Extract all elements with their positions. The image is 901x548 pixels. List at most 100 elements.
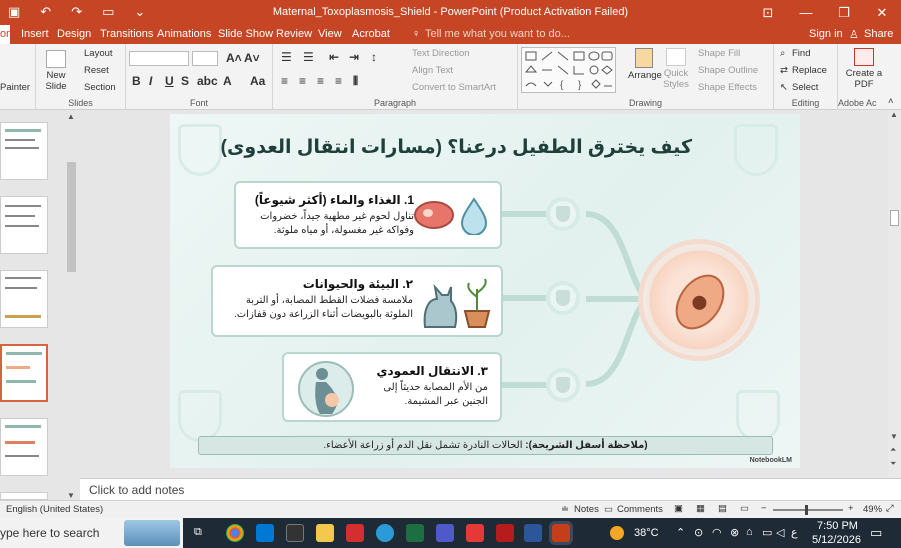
- store-icon[interactable]: [256, 524, 274, 542]
- scroll-down-icon[interactable]: ▼: [890, 432, 898, 441]
- edge-icon[interactable]: [376, 524, 394, 542]
- search-placeholder[interactable]: ype here to search: [0, 526, 99, 540]
- arrange-button[interactable]: Arrange: [628, 48, 662, 81]
- next-slide-icon[interactable]: ⏷: [890, 459, 896, 469]
- volume-icon[interactable]: ◁: [776, 526, 784, 539]
- ribbon-display-icon[interactable]: ⊡: [749, 0, 787, 25]
- network-icon[interactable]: ⌂: [746, 526, 753, 538]
- shape-outline-button[interactable]: Shape Outline: [698, 65, 758, 76]
- justify-icon[interactable]: ≡: [335, 74, 342, 88]
- align-right-icon[interactable]: ≡: [317, 74, 324, 88]
- tab-home[interactable]: Home: [0, 28, 21, 40]
- line-spacing-icon[interactable]: ↕: [371, 50, 377, 64]
- quick-styles-button[interactable]: Quick Styles: [662, 48, 690, 90]
- tell-me-box[interactable]: Tell me what you want to do...: [425, 28, 570, 40]
- comments-toggle[interactable]: Comments: [617, 504, 663, 515]
- tab-view[interactable]: View: [318, 28, 342, 40]
- acrobat-icon[interactable]: [346, 524, 364, 542]
- tray-app-icon[interactable]: ⊙: [694, 526, 703, 539]
- tab-review[interactable]: Review: [276, 28, 312, 40]
- powerpoint-icon[interactable]: [552, 524, 570, 542]
- share-icon[interactable]: ♙: [849, 28, 859, 41]
- route-card-environment-animals[interactable]: ٢. البيئة والحيوانات ملامسة فضلات القطط …: [211, 265, 503, 337]
- route-card-vertical-transmission[interactable]: ٣. الانتقال العمودي من الأم المصابة حديث…: [282, 352, 502, 422]
- tray-app-icon[interactable]: ⊗: [730, 526, 739, 539]
- collapse-ribbon-icon[interactable]: ˄: [888, 96, 894, 107]
- task-view-icon[interactable]: ⧉: [194, 526, 202, 539]
- columns-icon[interactable]: ⫴: [353, 74, 358, 89]
- replace-button[interactable]: Replace: [792, 65, 827, 76]
- notes-pane[interactable]: Click to add notes: [80, 478, 901, 500]
- zoom-out-icon[interactable]: −: [761, 503, 767, 514]
- grow-font-icon[interactable]: A˄: [226, 51, 242, 65]
- slide-thumbnail-selected[interactable]: [0, 344, 48, 402]
- language-status[interactable]: English (United States): [6, 504, 103, 515]
- numbering-icon[interactable]: ☰: [303, 50, 314, 64]
- slide-thumbnail[interactable]: [0, 492, 48, 500]
- word-icon[interactable]: [524, 524, 542, 542]
- input-language[interactable]: ع: [791, 526, 798, 539]
- excel-icon[interactable]: [406, 524, 424, 542]
- shadow-icon[interactable]: S: [181, 74, 189, 88]
- normal-view-icon[interactable]: ▣: [674, 503, 683, 514]
- underline-icon[interactable]: U: [165, 74, 174, 88]
- sign-in-link[interactable]: Sign in: [809, 28, 843, 40]
- scrollbar-thumb[interactable]: [890, 210, 899, 226]
- scroll-down-icon[interactable]: ▼: [67, 491, 75, 500]
- section-button[interactable]: Section: [84, 82, 116, 93]
- align-center-icon[interactable]: ≡: [299, 74, 306, 88]
- taskbar-search[interactable]: ype here to search: [0, 518, 183, 548]
- reading-view-icon[interactable]: ▤: [718, 503, 727, 514]
- minimize-button[interactable]: —: [787, 0, 825, 25]
- zoom-slider[interactable]: [773, 505, 843, 515]
- bullets-icon[interactable]: ☰: [281, 50, 292, 64]
- restore-button[interactable]: ❐: [825, 0, 863, 25]
- share-button[interactable]: Share: [864, 28, 893, 40]
- create-pdf-button[interactable]: Create a PDF: [844, 48, 884, 90]
- font-name-box[interactable]: [129, 51, 189, 66]
- notifications-icon[interactable]: ▭: [870, 525, 882, 541]
- notes-toggle[interactable]: Notes: [574, 504, 599, 515]
- battery-icon[interactable]: ▭: [762, 526, 772, 539]
- new-slide-button[interactable]: New Slide: [42, 50, 70, 92]
- slide-thumbnail[interactable]: [0, 196, 48, 254]
- shape-fill-button[interactable]: Shape Fill: [698, 48, 740, 59]
- shapes-gallery[interactable]: {}: [521, 47, 616, 93]
- font-size-box[interactable]: [192, 51, 218, 66]
- italic-icon[interactable]: I: [149, 74, 152, 88]
- mcafee-icon[interactable]: [496, 524, 514, 542]
- scrollbar-thumb[interactable]: [67, 162, 76, 272]
- select-button[interactable]: Select: [792, 82, 818, 93]
- tab-transitions[interactable]: Transitions: [100, 28, 153, 40]
- slide-thumbnail[interactable]: [0, 418, 48, 476]
- shrink-font-icon[interactable]: A˅: [244, 51, 260, 65]
- slide-thumbnail[interactable]: [0, 122, 48, 180]
- layout-button[interactable]: Layout: [84, 48, 113, 59]
- slideshow-view-icon[interactable]: ▭: [740, 503, 749, 514]
- font-color-icon[interactable]: A: [223, 74, 232, 88]
- slide[interactable]: كيف يخترق الطفيل درعنا؟ (مسارات انتقال ا…: [170, 114, 800, 468]
- zoom-slider-thumb[interactable]: [805, 505, 808, 515]
- route-card-food-water[interactable]: 1. الغذاء والماء (أكثر شيوعاً) تناول لحو…: [234, 181, 502, 249]
- prev-slide-icon[interactable]: ⏶: [890, 445, 896, 455]
- reset-button[interactable]: Reset: [84, 65, 109, 76]
- tab-animations[interactable]: Animations: [157, 28, 211, 40]
- slide-thumbnail[interactable]: [0, 270, 48, 328]
- shape-effects-button[interactable]: Shape Effects: [698, 82, 757, 93]
- weather-temp[interactable]: 38°C: [634, 527, 659, 539]
- fit-slide-icon[interactable]: ⤢: [886, 503, 894, 514]
- tab-insert[interactable]: Insert: [21, 28, 49, 40]
- chrome-icon[interactable]: [226, 524, 244, 542]
- slide-sorter-icon[interactable]: ▦: [696, 503, 705, 514]
- tray-chevron-icon[interactable]: ⌃: [676, 526, 685, 539]
- scroll-up-icon[interactable]: ▲: [890, 110, 898, 119]
- zoom-level[interactable]: 49%: [863, 504, 882, 515]
- format-painter-label[interactable]: Painter: [0, 82, 30, 93]
- align-left-icon[interactable]: ≡: [281, 74, 288, 88]
- app-icon[interactable]: [286, 524, 304, 542]
- close-button[interactable]: ✕: [863, 0, 901, 25]
- zoom-in-icon[interactable]: +: [848, 503, 854, 514]
- notes-placeholder[interactable]: Click to add notes: [89, 483, 184, 497]
- change-case-icon[interactable]: Aa: [250, 74, 265, 88]
- tab-design[interactable]: Design: [57, 28, 91, 40]
